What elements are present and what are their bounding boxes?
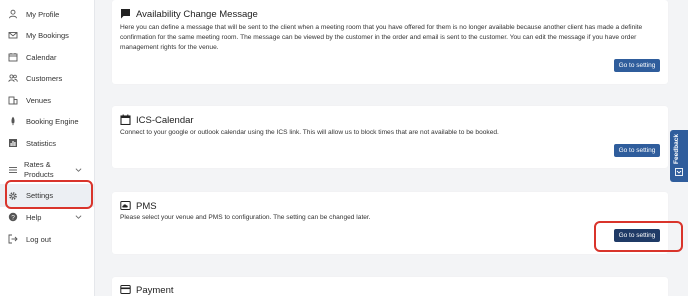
feedback-icon [675, 168, 683, 176]
card-description: Here you can define a message that will … [120, 24, 643, 51]
sidebar-item-venues[interactable]: Venues [0, 90, 94, 110]
sidebar-item-my-profile[interactable]: My Profile [0, 4, 94, 24]
chevron-down-icon [75, 168, 82, 172]
calendar-icon [120, 114, 131, 125]
card-title: PMS [136, 201, 157, 212]
sidebar-item-label: Venues [26, 95, 52, 105]
go-to-setting-button[interactable]: Go to setting [614, 144, 660, 157]
sidebar-item-label: Booking Engine [26, 116, 79, 126]
chevron-down-icon [75, 215, 82, 219]
card-title: ICS-Calendar [136, 115, 194, 126]
bar-chart-icon [8, 138, 18, 148]
calendar-icon [8, 52, 18, 62]
payment-card: Payment [112, 277, 668, 296]
logout-icon [8, 234, 18, 244]
credit-card-icon [120, 284, 131, 295]
sidebar: My Profile My Bookings Calendar Customer… [0, 0, 95, 296]
sidebar-item-log-out[interactable]: Log out [0, 229, 94, 249]
card-description: Connect to your google or outlook calend… [120, 129, 499, 136]
card-description: Please select your venue and PMS to conf… [120, 214, 371, 221]
sidebar-item-customers[interactable]: Customers [0, 68, 94, 88]
mail-icon [8, 30, 18, 40]
sidebar-item-my-bookings[interactable]: My Bookings [0, 25, 94, 45]
users-icon [8, 73, 18, 83]
feedback-label: Feedback [673, 134, 680, 164]
building-icon [8, 95, 18, 105]
sidebar-item-calendar[interactable]: Calendar [0, 47, 94, 67]
card-title: Payment [136, 285, 174, 296]
svg-text:?: ? [11, 214, 15, 221]
list-icon [8, 165, 18, 175]
sidebar-item-label: My Profile [26, 9, 60, 19]
sidebar-item-booking-engine[interactable]: Booking Engine [0, 111, 94, 131]
sidebar-item-label: Customers [26, 73, 63, 83]
go-to-setting-button[interactable]: Go to setting [614, 59, 660, 72]
feedback-tab[interactable]: Feedback [670, 130, 688, 182]
sidebar-item-help[interactable]: ? Help [0, 207, 94, 227]
sidebar-item-statistics[interactable]: Statistics [0, 133, 94, 153]
ics-calendar-card: ICS-Calendar Connect to your google or o… [112, 106, 668, 168]
sidebar-item-label: Rates & Products [24, 160, 54, 179]
message-icon [120, 8, 131, 19]
pms-button-highlight-box [594, 221, 683, 252]
sidebar-item-label: Log out [26, 234, 52, 244]
pms-card: PMS Please select your venue and PMS to … [112, 192, 668, 254]
settings-highlight-box [5, 180, 93, 209]
cloud-icon [120, 200, 131, 211]
card-title: Availability Change Message [136, 9, 258, 20]
sidebar-item-label: Help [26, 212, 42, 222]
help-icon: ? [8, 212, 18, 222]
rocket-icon [8, 116, 18, 126]
sidebar-item-label: My Bookings [26, 30, 69, 40]
sidebar-item-label: Calendar [26, 52, 57, 62]
availability-change-message-card: Availability Change Message Here you can… [112, 0, 668, 84]
user-icon [8, 9, 18, 19]
sidebar-item-label: Statistics [26, 138, 57, 148]
